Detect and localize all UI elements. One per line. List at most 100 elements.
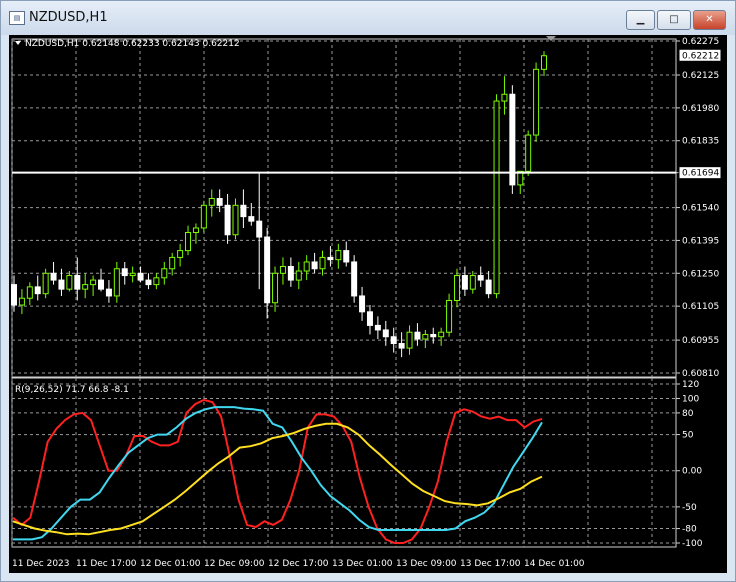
candle[interactable] — [26, 286, 33, 299]
candle[interactable] — [200, 204, 207, 229]
candle[interactable] — [477, 275, 484, 281]
candle[interactable] — [34, 286, 41, 295]
oscillator-panel-border — [11, 377, 677, 548]
candle[interactable] — [248, 216, 255, 222]
candle[interactable] — [177, 250, 184, 258]
candle[interactable] — [501, 93, 508, 102]
window-title: NZDUSD,H1 — [29, 10, 108, 25]
candle[interactable] — [161, 268, 168, 279]
candle[interactable] — [453, 275, 460, 301]
candle[interactable] — [359, 295, 366, 313]
candle[interactable] — [343, 250, 350, 263]
chart-window-icon: ▤ — [9, 11, 25, 25]
candle[interactable] — [50, 272, 57, 281]
candle[interactable] — [295, 270, 302, 281]
candle[interactable] — [121, 268, 128, 277]
close-button[interactable]: ✕ — [693, 10, 726, 30]
candle[interactable] — [169, 256, 176, 270]
time-axis-label: 13 Dec 01:00 — [332, 559, 393, 569]
candle[interactable] — [366, 311, 373, 326]
candle[interactable] — [485, 279, 492, 295]
candle[interactable] — [398, 343, 405, 349]
time-axis-label: 13 Dec 17:00 — [460, 559, 521, 569]
oscillator-tick-label: -80 — [682, 525, 697, 535]
candle[interactable] — [422, 333, 429, 340]
candle[interactable] — [335, 250, 342, 261]
price-label: 0.62212 — [682, 51, 719, 61]
time-axis-label: 14 Dec 01:00 — [524, 559, 585, 569]
triangle-down-icon[interactable] — [15, 41, 21, 45]
candle[interactable] — [264, 236, 271, 304]
candle[interactable] — [430, 333, 437, 338]
time-axis-label: 12 Dec 17:00 — [268, 559, 329, 569]
candle[interactable] — [327, 256, 334, 261]
time-axis-label: 12 Dec 01:00 — [140, 559, 201, 569]
price-tick-label: 0.61980 — [682, 104, 719, 114]
price-tick-label: 0.61250 — [682, 269, 719, 279]
candle[interactable] — [461, 275, 468, 290]
candle[interactable] — [272, 272, 279, 304]
price-tick-label: 0.60955 — [682, 336, 719, 346]
candle[interactable] — [240, 204, 247, 218]
candle[interactable] — [319, 256, 326, 270]
minimize-button[interactable]: ▁ — [626, 10, 655, 30]
chart-window: ▤ NZDUSD,H1 ▁ □ ✕ 0.62275 0.62125 0.61980 0… — [0, 0, 736, 582]
candle[interactable] — [287, 265, 294, 281]
candle[interactable] — [98, 279, 105, 290]
candle[interactable] — [224, 204, 231, 236]
oscillator-series-line-3[interactable] — [12, 422, 543, 536]
candle[interactable] — [256, 220, 263, 238]
close-icon: ✕ — [705, 14, 714, 25]
chart-svg[interactable]: 0.62275 0.62125 0.61980 0.61835 0.61694 0.615… — [9, 35, 727, 573]
candle[interactable] — [129, 272, 136, 277]
candle[interactable] — [541, 55, 547, 70]
candle[interactable] — [11, 284, 17, 306]
candle[interactable] — [311, 261, 318, 270]
candle[interactable] — [232, 204, 239, 236]
oscillator-series-line-1[interactable] — [12, 398, 543, 544]
candle[interactable] — [469, 275, 476, 290]
candle[interactable] — [18, 297, 25, 306]
candle[interactable] — [382, 329, 389, 338]
candle[interactable] — [279, 265, 286, 274]
price-tick-label: 0.61835 — [682, 137, 719, 147]
candle[interactable] — [42, 272, 49, 295]
candle[interactable] — [113, 268, 120, 297]
title-bar[interactable]: ▤ NZDUSD,H1 ▁ □ ✕ — [1, 1, 735, 35]
candle[interactable] — [74, 275, 81, 290]
candle[interactable] — [208, 198, 215, 206]
candle[interactable] — [66, 275, 73, 290]
oscillator-tick-label: -100 — [682, 539, 703, 549]
candle[interactable] — [90, 279, 97, 286]
oscillator-tick-label: 100 — [682, 394, 699, 404]
candle[interactable] — [153, 277, 160, 286]
candle[interactable] — [351, 261, 358, 297]
maximize-button[interactable]: □ — [657, 10, 691, 30]
oscillator-tick-label: 80 — [682, 409, 694, 419]
candle[interactable] — [303, 261, 310, 272]
candle[interactable] — [525, 134, 532, 172]
candle[interactable] — [438, 331, 445, 338]
candle[interactable] — [509, 93, 516, 186]
oscillator-tick-label: 120 — [682, 380, 699, 390]
candle[interactable] — [145, 279, 152, 286]
candle[interactable] — [446, 299, 453, 333]
candle[interactable] — [414, 331, 421, 340]
candle[interactable] — [105, 288, 112, 297]
candle[interactable] — [185, 231, 192, 252]
candle[interactable] — [216, 198, 223, 206]
candle[interactable] — [406, 331, 413, 349]
time-axis-label: 12 Dec 09:00 — [204, 559, 265, 569]
candle[interactable] — [533, 68, 540, 136]
price-tick-label: 0.61105 — [682, 302, 719, 312]
maximize-icon: □ — [669, 14, 679, 25]
candle[interactable] — [493, 100, 500, 295]
candle[interactable] — [137, 272, 144, 281]
price-tick-label: 0.60810 — [682, 369, 719, 379]
candle[interactable] — [374, 324, 381, 331]
chart-area[interactable]: 0.62275 0.62125 0.61980 0.61835 0.61694 0.615… — [9, 35, 727, 573]
candle[interactable] — [192, 227, 199, 233]
candle[interactable] — [58, 279, 65, 290]
candle[interactable] — [82, 284, 89, 290]
candle[interactable] — [390, 336, 397, 345]
